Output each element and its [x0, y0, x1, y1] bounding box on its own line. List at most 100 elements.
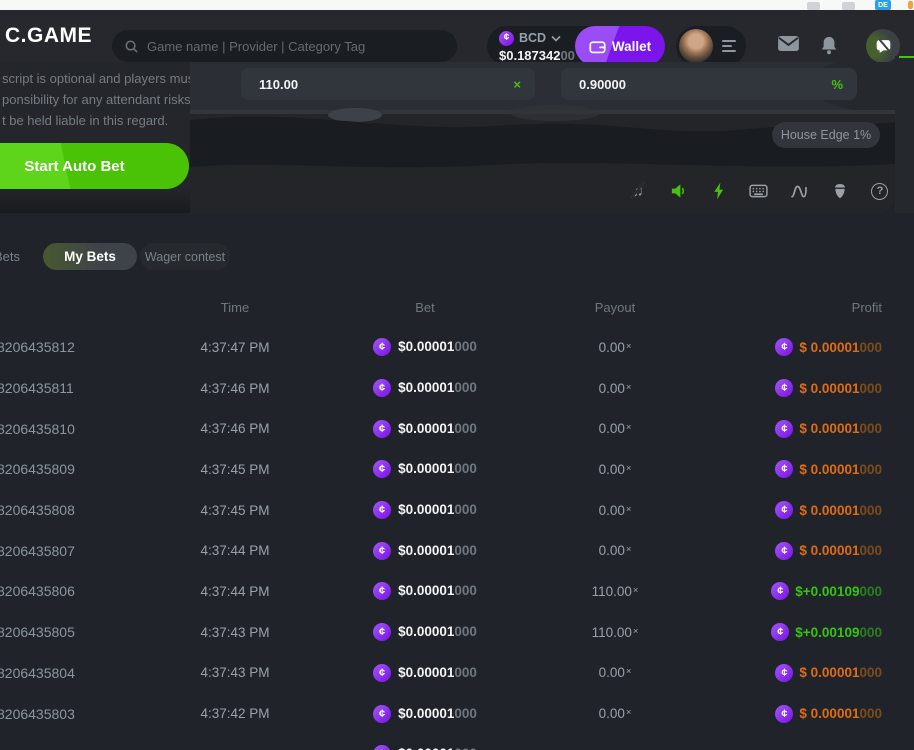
payout-input[interactable]: [259, 77, 505, 92]
browser-toolbar-strip: DE: [0, 0, 914, 10]
header-time: Time: [160, 300, 310, 315]
game-search[interactable]: [112, 30, 457, 62]
profit-amount-dim: 000: [859, 584, 882, 599]
bet-time: 4:37:47 PM: [160, 340, 310, 355]
live-stats-icon[interactable]: [789, 181, 809, 201]
bet-amount: $0.00001: [398, 543, 454, 558]
table-row[interactable]: 8206435810 4:37:46 PM ¢ $0.00001000 0.00…: [0, 408, 914, 449]
bet-time: 4:37:44 PM: [160, 584, 310, 599]
table-row[interactable]: 8206435807 4:37:44 PM ¢ $0.00001000 0.00…: [0, 530, 914, 571]
payout-cell: 110.00×: [540, 625, 690, 640]
bet-id: 8206435803: [0, 706, 160, 722]
bcd-coin-icon: ¢: [373, 582, 391, 600]
bet-amount-dim: 000: [454, 583, 477, 598]
bc-game-page: DE C.GAME ¢ BCD: [0, 0, 914, 750]
bet-amount-dim: 000: [454, 421, 477, 436]
tab-all-bets[interactable]: Bets: [0, 249, 20, 264]
bcd-coin-icon: ¢: [373, 379, 391, 397]
bcd-coin-icon: ¢: [775, 420, 793, 438]
multiplier-x: ×: [626, 382, 632, 393]
sound-on-icon[interactable]: [668, 181, 688, 201]
site-logo[interactable]: C.GAME: [5, 24, 92, 48]
profile-menu[interactable]: [676, 26, 746, 66]
top-navbar: C.GAME ¢ BCD: [0, 10, 914, 62]
bcd-coin-icon: ¢: [775, 542, 793, 560]
bet-id: 8206435812: [0, 339, 160, 355]
game-panel: × % House Edge 1% ♫: [190, 62, 895, 213]
avatar[interactable]: [679, 29, 713, 63]
start-auto-bet-button[interactable]: Start Auto Bet: [0, 143, 189, 189]
bet-amount-cell: ¢ $0.00001000: [310, 460, 540, 478]
profit-cell: ¢ $ 0.00001000: [690, 705, 914, 723]
bet-id: 8206435806: [0, 583, 160, 599]
payout-field[interactable]: ×: [241, 68, 535, 100]
translator-extension-badge[interactable]: DE: [875, 0, 891, 10]
hotkeys-keyboard-icon[interactable]: [749, 181, 769, 201]
win-chance-input[interactable]: [579, 77, 823, 92]
bcd-coin-icon: ¢: [373, 623, 391, 641]
bet-time: 4:37:42 PM: [160, 706, 310, 721]
win-chance-field[interactable]: %: [561, 68, 857, 100]
seed-settings-icon[interactable]: [830, 181, 850, 201]
bet-amount-dim: 000: [454, 624, 477, 639]
bet-amount: $0.00001: [398, 624, 454, 639]
browser-extension-icon[interactable]: [807, 2, 820, 10]
messages-icon[interactable]: [777, 35, 800, 52]
table-row[interactable]: 8206435808 4:37:45 PM ¢ $0.00001000 0.00…: [0, 490, 914, 531]
bet-amount-dim: 000: [454, 543, 477, 558]
table-row[interactable]: 8206435812 4:37:47 PM ¢ $0.00001000 0.00…: [0, 327, 914, 368]
bet-amount: $0.00001: [398, 421, 454, 436]
table-row[interactable]: 8206435805 4:37:43 PM ¢ $0.00001000 110.…: [0, 612, 914, 653]
wallet-button[interactable]: Wallet: [575, 26, 665, 66]
profit-amount-dim: 000: [859, 381, 882, 396]
search-input[interactable]: [147, 39, 445, 54]
browser-extension-icon[interactable]: [842, 2, 855, 10]
bet-amount-cell: ¢ $0.00001000: [310, 582, 540, 600]
currency-selector[interactable]: ¢ BCD $0.187342 00: [499, 30, 575, 62]
payout-cell: 0.00×: [540, 462, 690, 477]
table-row[interactable]: 8206435809 4:37:45 PM ¢ $0.00001000 0.00…: [0, 449, 914, 490]
bcd-coin-icon: ¢: [775, 664, 793, 682]
tab-wager-contest[interactable]: Wager contest: [140, 243, 230, 270]
bet-amount-dim: 000: [454, 339, 477, 354]
profit-cell: ¢ $ 0.00001000: [690, 501, 914, 519]
table-row[interactable]: 8206435803 4:37:42 PM ¢ $0.00001000 0.00…: [0, 693, 914, 734]
bet-amount: $0.00001: [398, 502, 454, 517]
tab-my-bets[interactable]: My Bets: [43, 243, 137, 270]
browser-extension-icon[interactable]: [908, 1, 913, 9]
percent-suffix: %: [831, 77, 843, 92]
bcd-coin-icon: ¢: [775, 379, 793, 397]
help-icon[interactable]: ?: [870, 181, 890, 201]
multiplier-x: ×: [626, 463, 632, 474]
bet-amount-cell: ¢ $0.00001000: [310, 379, 540, 397]
balance-amount-dim: 00: [560, 49, 574, 62]
payout-cell: 0.00×: [540, 543, 690, 558]
table-row[interactable]: 8206435806 4:37:44 PM ¢ $0.00001000 110.…: [0, 571, 914, 612]
notifications-bell-icon[interactable]: [820, 35, 838, 55]
multiplier-x: ×: [626, 666, 632, 677]
bet-amount-dim: 000: [454, 461, 477, 476]
bet-amount: $0.00001: [398, 380, 454, 395]
bet-amount: $0.00001: [398, 665, 454, 680]
bcd-coin-icon: ¢: [499, 31, 514, 46]
wallet-icon: [589, 39, 606, 54]
bet-amount: $0.00001: [398, 583, 454, 598]
table-row[interactable]: ¢ $0.00001000 ¢: [0, 734, 914, 750]
turbo-bolt-icon[interactable]: [709, 181, 729, 201]
profit-amount-dim: 000: [859, 503, 882, 518]
bcd-coin-icon: ¢: [373, 664, 391, 682]
bet-amount: $0.00001: [398, 461, 454, 476]
bet-time: 4:37:45 PM: [160, 503, 310, 518]
music-muted-icon[interactable]: ♫: [628, 181, 648, 201]
profit-amount: $ 0.00001: [799, 543, 859, 558]
table-row[interactable]: 8206435811 4:37:46 PM ¢ $0.00001000 0.00…: [0, 368, 914, 409]
bets-table-header: Time Bet Payout Profit: [0, 299, 914, 315]
bcd-coin-icon: ¢: [771, 623, 789, 641]
profile-menu-icon: [722, 40, 736, 52]
table-row[interactable]: 8206435804 4:37:43 PM ¢ $0.00001000 0.00…: [0, 653, 914, 694]
bet-amount: $0.00001: [398, 746, 454, 750]
profit-cell: ¢ $ 0.00001000: [690, 338, 914, 356]
accent-line: [899, 56, 914, 58]
page-edge: [895, 56, 914, 213]
wallet-label: Wallet: [612, 39, 651, 54]
